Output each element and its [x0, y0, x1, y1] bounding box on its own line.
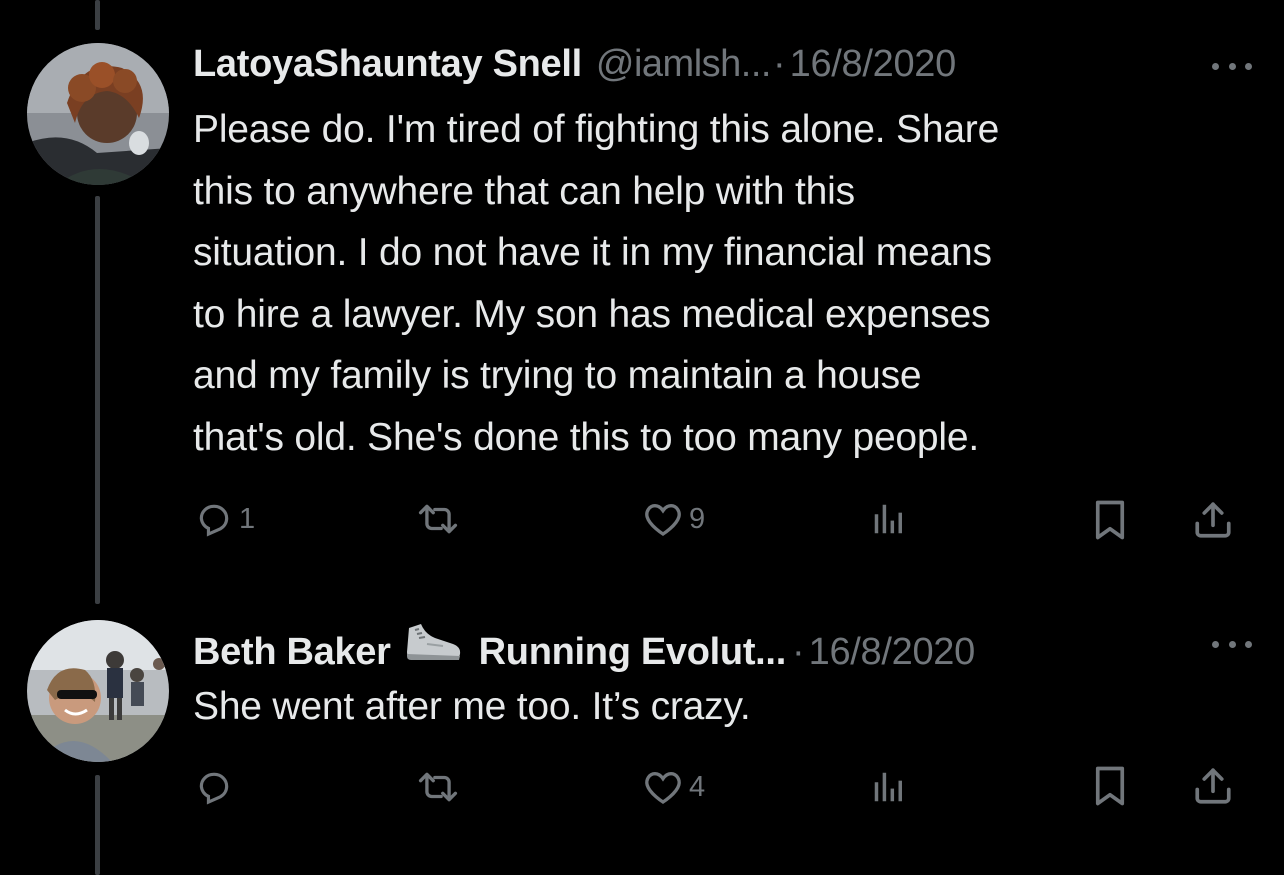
views-button[interactable]	[870, 768, 914, 806]
display-name-suffix[interactable]: Running Evolut...	[479, 630, 787, 674]
reply-icon	[199, 772, 229, 805]
share-button[interactable]	[1192, 499, 1234, 541]
avatar[interactable]	[27, 43, 169, 185]
like-count: 4	[689, 770, 706, 803]
separator-dot: ·	[791, 631, 805, 673]
thread-line-middle	[95, 196, 100, 604]
avatar[interactable]	[27, 620, 169, 762]
more-icon[interactable]	[1212, 56, 1252, 76]
running-shoe-emoji	[406, 624, 460, 660]
tweet-date[interactable]: 16/8/2020	[790, 42, 957, 86]
reply-count: 1	[239, 502, 256, 535]
bookmark-icon	[1095, 766, 1125, 806]
user-handle[interactable]: @iamlsh...	[596, 42, 772, 86]
views-icon	[874, 772, 902, 802]
tweet-text: She went after me too. It’s crazy.	[193, 685, 751, 728]
like-button[interactable]: 4	[643, 768, 705, 806]
heart-icon	[645, 503, 681, 536]
reply-icon	[199, 504, 229, 537]
share-icon	[1195, 502, 1231, 538]
thread-line-bottom	[95, 775, 100, 875]
like-count: 9	[689, 502, 706, 535]
share-button[interactable]	[1192, 765, 1234, 807]
tweet-header: Beth Baker Running Evolut... · 16/8/2020	[193, 620, 975, 674]
bookmark-button[interactable]	[1091, 765, 1129, 807]
thread-line-top	[95, 0, 100, 30]
views-button[interactable]	[870, 500, 914, 538]
tweet-header: LatoyaShauntay Snell @iamlsh... · 16/8/2…	[193, 42, 956, 86]
share-icon	[1195, 768, 1231, 804]
views-icon	[874, 504, 902, 534]
heart-icon	[645, 771, 681, 804]
separator-dot: ·	[772, 43, 786, 85]
bookmark-button[interactable]	[1091, 499, 1129, 541]
display-name[interactable]: LatoyaShauntay Snell	[193, 42, 582, 86]
retweet-icon	[418, 504, 458, 534]
reply-button[interactable]	[195, 768, 239, 806]
like-button[interactable]: 9	[643, 500, 705, 538]
tweet-date[interactable]: 16/8/2020	[809, 630, 976, 674]
retweet-icon	[418, 772, 458, 802]
retweet-button[interactable]	[415, 500, 467, 538]
reply-button[interactable]: 1	[195, 500, 255, 538]
bookmark-icon	[1095, 500, 1125, 540]
more-icon[interactable]	[1212, 634, 1252, 654]
tweet-text: Please do. I'm tired of fighting this al…	[193, 108, 1000, 459]
display-name[interactable]: Beth Baker	[193, 630, 391, 674]
retweet-button[interactable]	[415, 768, 467, 806]
